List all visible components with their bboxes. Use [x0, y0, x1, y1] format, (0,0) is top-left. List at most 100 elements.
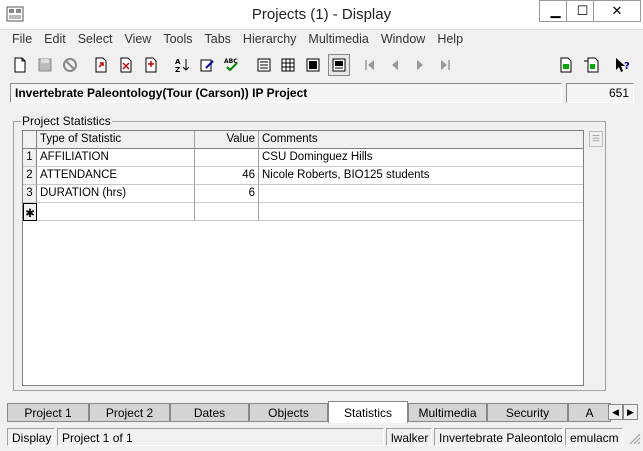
tab-strip: Project 1 Project 2 Dates Objects Statis… [7, 401, 637, 423]
save-button[interactable] [34, 54, 56, 76]
tab-project-1[interactable]: Project 1 [7, 403, 89, 422]
help-pointer-icon: ? [616, 58, 630, 72]
tab-more[interactable]: A [568, 403, 611, 422]
status-user: lwalker [386, 428, 432, 446]
project-name-field[interactable]: Invertebrate Paleontology(Tour (Carson))… [10, 83, 562, 103]
tab-dates[interactable]: Dates [170, 403, 249, 422]
type-cell[interactable]: DURATION (hrs) [37, 185, 195, 203]
comments-cell[interactable] [259, 203, 583, 221]
save-icon [38, 58, 52, 72]
value-cell[interactable] [195, 203, 259, 221]
spellcheck-icon: ABC [224, 58, 238, 72]
display-view-icon [332, 58, 346, 72]
first-record-icon [365, 60, 374, 70]
spellcheck-button[interactable]: ABC [221, 54, 243, 76]
comments-cell[interactable]: CSU Dominguez Hills [259, 149, 583, 167]
group-label: Project Statistics [21, 114, 112, 128]
new-document-icon [14, 57, 26, 73]
page-view-button[interactable] [302, 54, 324, 76]
edit-button[interactable] [196, 54, 218, 76]
fetch-record-button[interactable] [90, 54, 112, 76]
column-header-comments[interactable]: Comments [259, 131, 583, 149]
status-database: emulacm [565, 428, 623, 446]
cancel-icon [63, 58, 77, 72]
tab-project-2[interactable]: Project 2 [89, 403, 170, 422]
svg-text:Z: Z [175, 66, 180, 73]
details-view-button[interactable] [253, 54, 275, 76]
table-row[interactable]: 3 DURATION (hrs) 6 [23, 185, 583, 203]
type-cell[interactable] [37, 203, 195, 221]
menu-file[interactable]: File [6, 30, 38, 50]
menu-tools[interactable]: Tools [157, 30, 198, 50]
table-row[interactable]: 2 ATTENDANCE 46 Nicole Roberts, BIO125 s… [23, 167, 583, 185]
status-bar: Display Project 1 of 1 lwalker Invertebr… [0, 427, 643, 448]
comments-cell[interactable] [259, 185, 583, 203]
menu-window[interactable]: Window [375, 30, 431, 50]
tab-statistics[interactable]: Statistics [328, 401, 408, 423]
resize-grip-icon[interactable] [628, 432, 641, 445]
menu-tabs[interactable]: Tabs [199, 30, 237, 50]
title-bar: Projects (1) - Display ▁ ☐ ✕ [0, 0, 643, 30]
edit-pencil-icon [200, 59, 214, 72]
attach-document-icon [560, 57, 572, 73]
last-record-button[interactable] [434, 54, 456, 76]
column-header-type[interactable]: Type of Statistic [37, 131, 195, 149]
toolbar: AZ ABC ? [0, 51, 643, 79]
row-header-corner [23, 131, 37, 149]
help-button[interactable]: ? [612, 54, 634, 76]
record-id-field[interactable]: 651 [566, 83, 634, 103]
row-number[interactable]: 1 [23, 149, 37, 167]
tab-scroll-right[interactable]: ▶ [623, 404, 638, 420]
new-document-button[interactable] [9, 54, 31, 76]
next-record-button[interactable] [409, 54, 431, 76]
page-view-icon [306, 58, 320, 72]
next-record-icon [417, 60, 423, 70]
first-record-button[interactable] [359, 54, 381, 76]
cancel-button[interactable] [59, 54, 81, 76]
sort-az-icon: AZ [175, 58, 190, 73]
grid-menu-button[interactable] [589, 131, 603, 147]
svg-text:?: ? [624, 61, 630, 72]
menu-help[interactable]: Help [431, 30, 469, 50]
menu-multimedia[interactable]: Multimedia [302, 30, 374, 50]
value-cell[interactable]: 46 [195, 167, 259, 185]
status-module: Invertebrate Paleontology [434, 428, 563, 446]
new-row-marker[interactable]: ✱ [23, 203, 37, 221]
new-row[interactable]: ✱ [23, 203, 583, 221]
sort-button[interactable]: AZ [171, 54, 193, 76]
grid-view-button[interactable] [277, 54, 299, 76]
attach-button[interactable] [555, 54, 577, 76]
tab-objects[interactable]: Objects [249, 403, 328, 422]
table-row[interactable]: 1 AFFILIATION CSU Dominguez Hills [23, 149, 583, 167]
tab-scroll-left[interactable]: ◀ [608, 404, 623, 420]
status-mode: Display [7, 428, 55, 446]
svg-text:A: A [175, 58, 181, 66]
grid-header-row: Type of Statistic Value Comments [23, 131, 583, 149]
copy-document-button[interactable] [580, 54, 602, 76]
statistics-grid: Type of Statistic Value Comments 1 AFFIL… [22, 130, 584, 386]
copy-record-button[interactable] [140, 54, 162, 76]
display-view-button[interactable] [328, 54, 350, 76]
close-button[interactable]: ✕ [593, 0, 641, 22]
list-icon [592, 135, 600, 142]
last-record-icon [441, 60, 450, 70]
menu-view[interactable]: View [118, 30, 157, 50]
column-header-value[interactable]: Value [195, 131, 259, 149]
type-cell[interactable]: AFFILIATION [37, 149, 195, 167]
value-cell[interactable] [195, 149, 259, 167]
comments-cell[interactable]: Nicole Roberts, BIO125 students [259, 167, 583, 185]
row-number[interactable]: 2 [23, 167, 37, 185]
previous-record-button[interactable] [384, 54, 406, 76]
tab-security[interactable]: Security [487, 403, 568, 422]
row-number[interactable]: 3 [23, 185, 37, 203]
delete-record-button[interactable] [115, 54, 137, 76]
previous-record-icon [392, 60, 398, 70]
menu-select[interactable]: Select [72, 30, 119, 50]
document-copy-icon [145, 57, 157, 73]
status-record: Project 1 of 1 [57, 428, 384, 446]
value-cell[interactable]: 6 [195, 185, 259, 203]
type-cell[interactable]: ATTENDANCE [37, 167, 195, 185]
menu-edit[interactable]: Edit [38, 30, 72, 50]
menu-hierarchy[interactable]: Hierarchy [237, 30, 303, 50]
tab-multimedia[interactable]: Multimedia [408, 403, 487, 422]
